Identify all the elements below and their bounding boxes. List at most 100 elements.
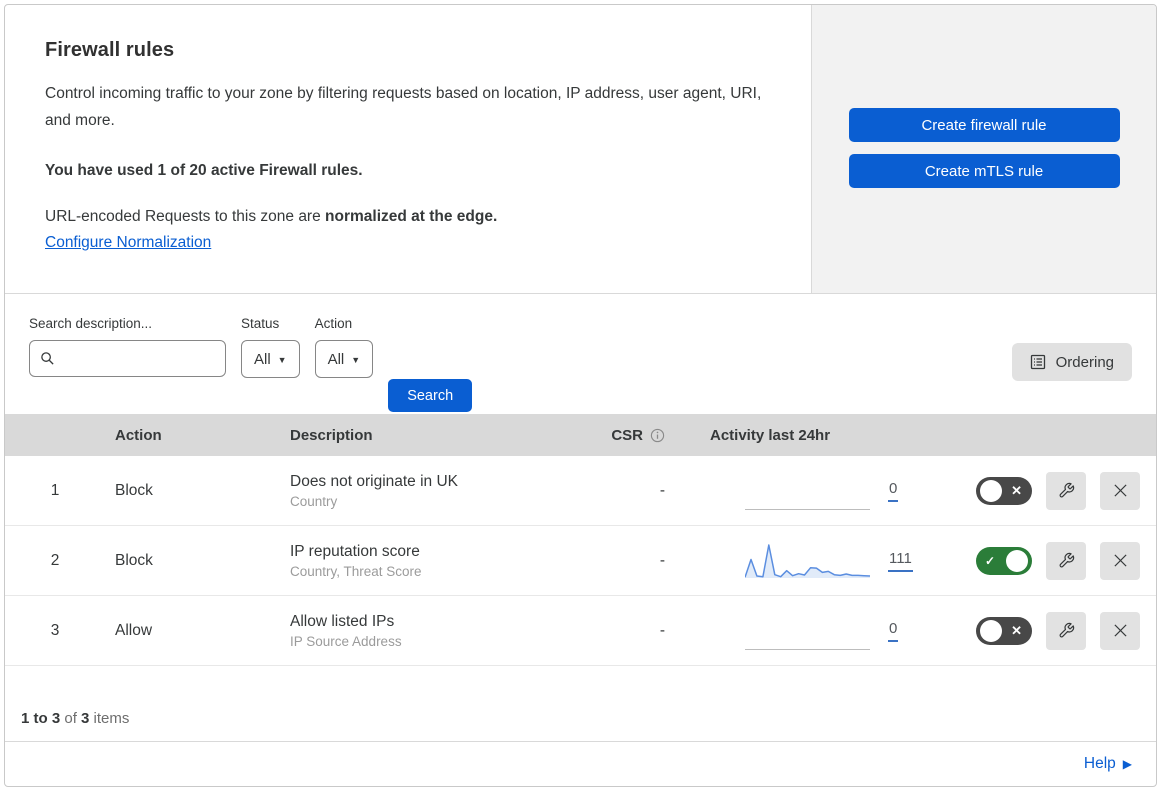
firewall-rules-card: Firewall rules Control incoming traffic … xyxy=(4,4,1157,787)
filter-bar: Search description... Status All ▼ Actio… xyxy=(5,294,1156,414)
description-column-header: Description xyxy=(290,426,373,444)
wrench-icon xyxy=(1058,622,1075,639)
rule-csr-value: - xyxy=(659,481,665,499)
status-filter-group: Status All ▼ xyxy=(241,316,300,414)
rule-priority: 1 xyxy=(50,481,60,499)
activity-count-link[interactable]: 0 xyxy=(888,480,899,502)
usage-note: You have used 1 of 20 active Firewall ru… xyxy=(45,162,363,180)
rule-activity-cell: 0 xyxy=(695,472,925,510)
rule-description: Does not originate in UK xyxy=(290,472,459,490)
table-row: 3 Allow Allow listed IPs IP Source Addre… xyxy=(5,596,1156,666)
action-label: Action xyxy=(314,316,353,331)
edit-rule-button[interactable] xyxy=(1046,541,1086,580)
search-input[interactable] xyxy=(63,350,215,367)
wrench-icon xyxy=(1058,482,1075,499)
activity-sparkline-flat xyxy=(745,472,870,510)
rule-action: Block xyxy=(115,551,153,569)
csr-column-header: CSR xyxy=(585,427,695,444)
rule-priority: 3 xyxy=(50,621,60,639)
rule-fields: Country, Threat Score xyxy=(290,563,422,579)
csr-header-label: CSR xyxy=(611,426,643,444)
rule-csr-value: - xyxy=(659,621,665,639)
status-label: Status xyxy=(241,316,280,331)
help-link[interactable]: Help ▶ xyxy=(1084,755,1132,773)
help-link-label: Help xyxy=(1083,755,1116,772)
toggle-knob xyxy=(980,479,1002,502)
help-row: Help ▶ xyxy=(5,741,1156,786)
toggle-on-check-icon: ✓ xyxy=(985,553,996,568)
ordering-button[interactable]: Ordering xyxy=(1011,343,1132,381)
action-filter-group: Action All ▼ xyxy=(314,316,374,414)
action-dropdown[interactable]: All ▼ xyxy=(314,340,374,378)
delete-rule-button[interactable] xyxy=(1100,471,1140,510)
delete-rule-button[interactable] xyxy=(1100,541,1140,580)
rule-controls: ✕ xyxy=(925,471,1156,510)
arrow-right-icon: ▶ xyxy=(1122,757,1132,771)
rule-description-cell: Allow listed IPs IP Source Address xyxy=(280,613,585,649)
status-dropdown[interactable]: All ▼ xyxy=(241,340,300,378)
search-icon xyxy=(40,351,55,366)
table-row: 1 Block Does not originate in UK Country… xyxy=(5,456,1156,526)
toggle-off-x-icon: ✕ xyxy=(1011,622,1022,638)
header-section: Firewall rules Control incoming traffic … xyxy=(5,5,1156,294)
table-header-row: Action Description CSR Activity last 24h… xyxy=(5,414,1156,456)
rule-csr-value: - xyxy=(659,551,665,569)
toggle-knob xyxy=(980,619,1002,642)
rule-enabled-toggle[interactable]: ✕ xyxy=(976,476,1032,505)
configure-normalization-link[interactable]: Configure Normalization xyxy=(45,234,211,252)
normalization-bold: normalized at the edge. xyxy=(325,208,498,226)
edit-rule-button[interactable] xyxy=(1046,611,1086,650)
items-of: of xyxy=(60,710,82,727)
create-firewall-rule-button[interactable]: Create firewall rule xyxy=(848,108,1120,142)
rule-fields: Country xyxy=(290,493,338,509)
rule-action: Allow xyxy=(115,621,153,639)
search-input-wrapper[interactable] xyxy=(29,340,226,377)
rule-action: Block xyxy=(115,481,153,499)
normalization-prefix: URL-encoded Requests to this zone are xyxy=(45,208,326,226)
rule-priority: 2 xyxy=(50,551,60,569)
normalization-note: URL-encoded Requests to this zone are no… xyxy=(45,208,771,226)
activity-count-link[interactable]: 0 xyxy=(888,620,899,642)
activity-column-header: Activity last 24hr xyxy=(710,426,831,444)
search-label: Search description... xyxy=(29,316,153,331)
rule-controls: ✕ xyxy=(925,611,1156,650)
info-icon[interactable] xyxy=(650,428,665,443)
chevron-down-icon: ▼ xyxy=(351,355,361,365)
toggle-knob xyxy=(1006,549,1028,572)
header-text-block: Firewall rules Control incoming traffic … xyxy=(5,5,811,293)
rule-controls: ✓ xyxy=(925,541,1156,580)
rule-description: IP reputation score xyxy=(290,542,420,560)
actions-panel: Create firewall rule Create mTLS rule xyxy=(811,5,1156,293)
rule-activity-cell: 0 xyxy=(695,612,925,650)
close-icon xyxy=(1113,483,1128,498)
close-icon xyxy=(1113,553,1128,568)
activity-sparkline-flat xyxy=(745,612,870,650)
search-button[interactable]: Search xyxy=(388,379,473,412)
ordering-button-label: Ordering xyxy=(1055,353,1114,371)
close-icon xyxy=(1113,623,1128,638)
rule-enabled-toggle[interactable]: ✓ xyxy=(976,546,1032,575)
status-dropdown-value: All xyxy=(254,350,271,368)
ordering-list-icon xyxy=(1030,354,1046,370)
rule-fields: IP Source Address xyxy=(290,633,402,649)
items-range: 1 to 3 xyxy=(21,710,61,727)
page-description: Control incoming traffic to your zone by… xyxy=(45,85,762,130)
create-mtls-rule-button[interactable]: Create mTLS rule xyxy=(848,154,1120,188)
activity-sparkline xyxy=(745,542,870,580)
activity-count-link[interactable]: 111 xyxy=(888,550,913,572)
page-title: Firewall rules xyxy=(45,39,175,61)
rule-description-cell: Does not originate in UK Country xyxy=(280,473,585,509)
edit-rule-button[interactable] xyxy=(1046,471,1086,510)
toggle-off-x-icon: ✕ xyxy=(1011,482,1022,498)
rule-description: Allow listed IPs xyxy=(290,612,395,630)
rule-enabled-toggle[interactable]: ✕ xyxy=(976,616,1032,645)
delete-rule-button[interactable] xyxy=(1100,611,1140,650)
table-row: 2 Block IP reputation score Country, Thr… xyxy=(5,526,1156,596)
action-dropdown-value: All xyxy=(327,350,345,368)
items-word: items xyxy=(89,710,130,727)
rule-description-cell: IP reputation score Country, Threat Scor… xyxy=(280,543,585,579)
pagination-summary: 1 to 3 of 3 items xyxy=(5,666,1156,741)
chevron-down-icon: ▼ xyxy=(277,355,287,365)
rule-activity-cell: 111 xyxy=(695,542,925,580)
wrench-icon xyxy=(1058,552,1075,569)
